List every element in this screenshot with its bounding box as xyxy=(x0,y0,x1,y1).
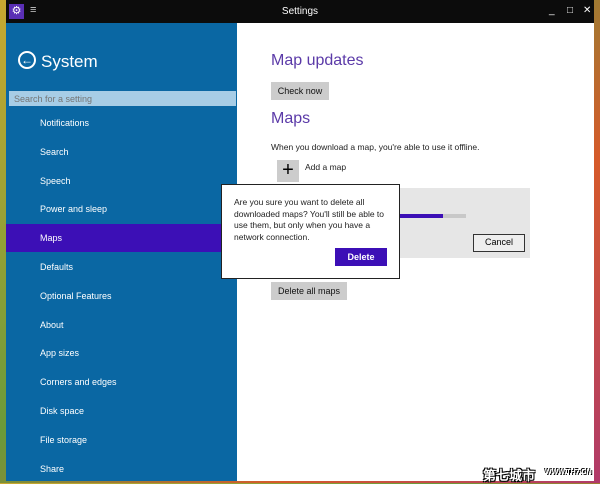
progress-fill xyxy=(398,214,443,218)
add-map-label[interactable]: Add a map xyxy=(305,162,346,172)
sidebar-item-power-and-sleep[interactable]: Power and sleep xyxy=(6,195,237,223)
sidebar-item-share[interactable]: Share xyxy=(6,455,237,483)
map-updates-heading: Map updates xyxy=(271,52,364,69)
delete-all-maps-button[interactable]: Delete all maps xyxy=(271,282,347,300)
title-bar: ⚙ ≡ Settings _ □ ✕ xyxy=(6,0,594,23)
page-title: System xyxy=(41,52,98,71)
sidebar-item-disk-space[interactable]: Disk space xyxy=(6,397,237,425)
maximize-button[interactable]: □ xyxy=(567,5,573,16)
confirm-delete-dialog: Are you sure you want to delete all down… xyxy=(221,184,400,279)
window-title: Settings xyxy=(281,6,319,17)
watermark-url: WWW.TH7.CN xyxy=(545,469,592,476)
watermark-text: 第七城市 xyxy=(483,468,536,483)
sidebar-item-about[interactable]: About xyxy=(6,311,237,339)
dialog-message: Are you sure you want to delete all down… xyxy=(234,197,385,242)
sidebar-item-search[interactable]: Search xyxy=(6,138,237,166)
download-progress-bar xyxy=(398,214,466,218)
sidebar-item-notifications[interactable]: Notifications xyxy=(6,109,237,137)
sidebar: ← System NotificationsSearchSpeechPower … xyxy=(6,23,237,481)
sidebar-item-corners-and-edges[interactable]: Corners and edges xyxy=(6,368,237,396)
sidebar-item-optional-features[interactable]: Optional Features xyxy=(6,282,237,310)
sidebar-item-defaults[interactable]: Defaults xyxy=(6,253,237,281)
sidebar-item-speech[interactable]: Speech xyxy=(6,167,237,195)
minimize-button[interactable]: _ xyxy=(549,5,555,16)
maps-heading: Maps xyxy=(271,110,311,127)
search-input[interactable] xyxy=(9,91,236,106)
check-now-button[interactable]: Check now xyxy=(271,82,329,100)
sidebar-item-file-storage[interactable]: File storage xyxy=(6,426,237,454)
sidebar-item-maps[interactable]: Maps xyxy=(6,224,237,253)
download-panel: Cancel xyxy=(398,188,530,258)
add-map-plus-icon[interactable]: + xyxy=(277,160,299,182)
sidebar-item-app-sizes[interactable]: App sizes xyxy=(6,339,237,367)
maps-description: When you download a map, you're able to … xyxy=(271,142,480,152)
close-button[interactable]: ✕ xyxy=(583,5,591,16)
back-arrow-icon[interactable]: ← xyxy=(18,51,36,69)
cancel-button[interactable]: Cancel xyxy=(473,234,525,252)
delete-button[interactable]: Delete xyxy=(335,248,387,266)
